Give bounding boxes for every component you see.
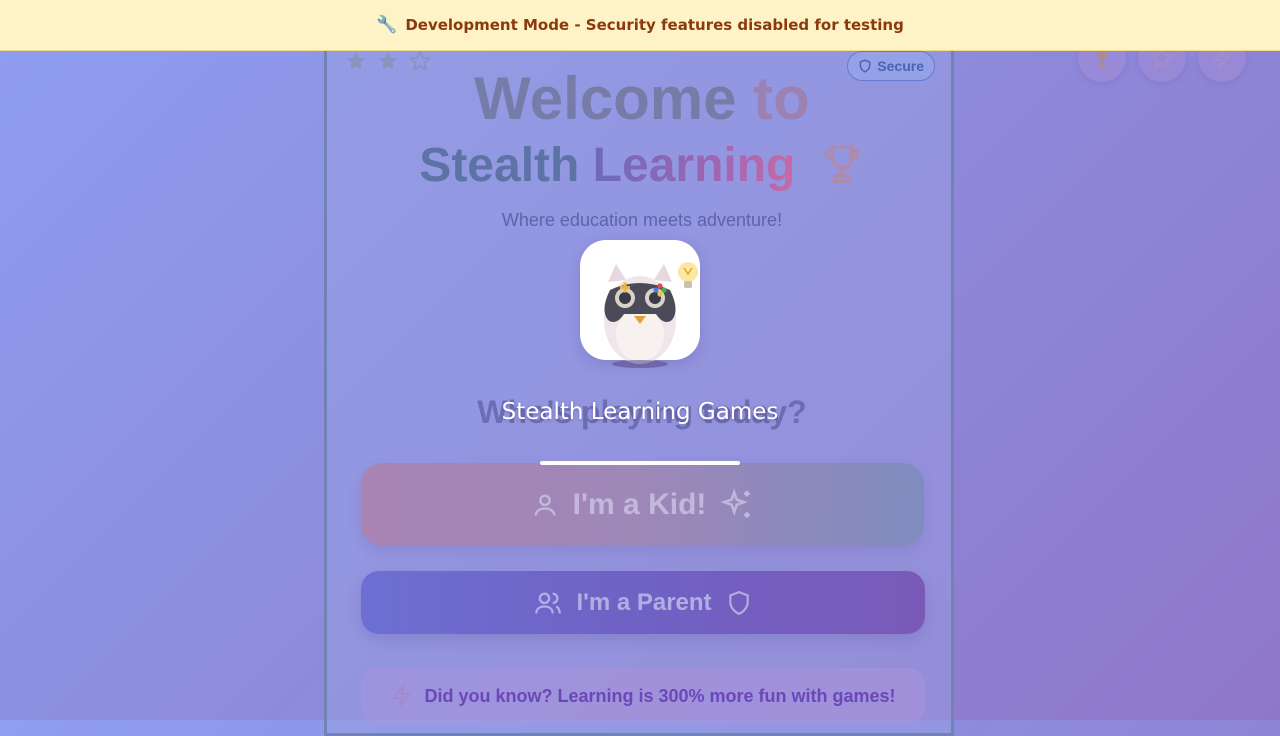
loading-progress-fill (540, 461, 740, 465)
kid-button[interactable]: I'm a Kid! (361, 463, 924, 546)
dev-mode-banner: 🔧 Development Mode - Security features d… (0, 0, 1280, 51)
fun-fact-text: Did you know? Learning is 300% more fun … (424, 685, 896, 706)
brand-title: Stealth Learning (327, 138, 957, 199)
owl-gamepad-logo (580, 240, 700, 368)
loading-progress-bar (540, 461, 740, 465)
parent-button-label: I'm a Parent (576, 588, 712, 616)
users-icon (535, 592, 562, 614)
zap-icon (392, 684, 412, 708)
wrench-icon: 🔧 (376, 15, 398, 35)
sparkles-icon (720, 487, 751, 518)
brand-word-learning: Learning (592, 139, 796, 192)
welcome-title: Welcome to (327, 64, 957, 133)
kid-button-label: I'm a Kid! (572, 487, 707, 521)
welcome-word: Welcome (474, 65, 737, 132)
trophy-icon (819, 141, 865, 199)
parent-button[interactable]: I'm a Parent (361, 571, 925, 634)
to-word: to (753, 65, 810, 132)
splash-title: Stealth Learning Games (501, 399, 779, 425)
dev-mode-text: Development Mode - Security features dis… (405, 16, 904, 34)
shield-icon (728, 590, 749, 615)
brand-word-stealth: Stealth (419, 139, 580, 192)
user-icon (534, 494, 556, 516)
tagline: Where education meets adventure! (501, 210, 783, 230)
fun-fact: Did you know? Learning is 300% more fun … (361, 668, 925, 724)
welcome-card: Secure Welcome to Stealth Learning Where… (324, 36, 954, 736)
